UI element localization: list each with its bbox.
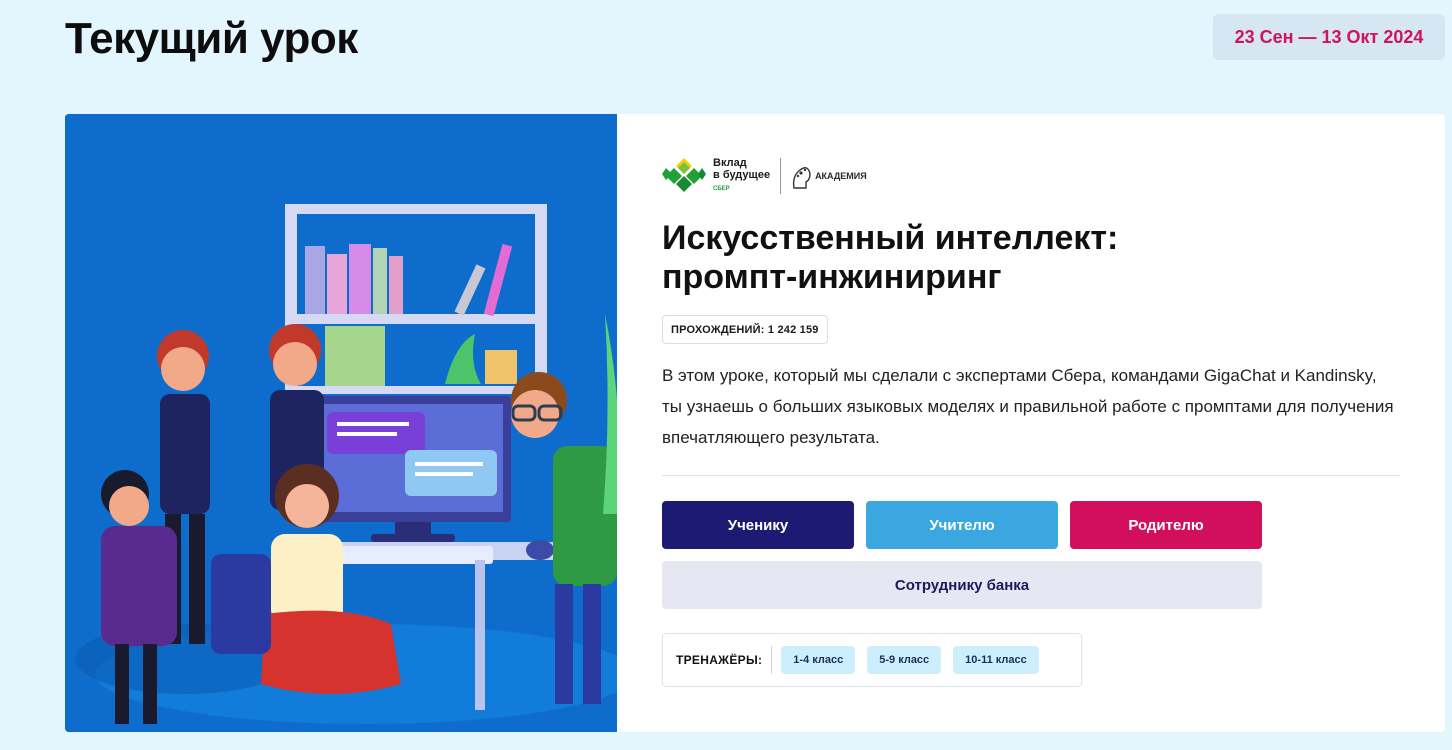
lesson-title: Искусственный интеллект: промпт-инжинири… <box>662 219 1362 297</box>
partner-logos: Вклад в будущее СБЕР АКАДЕМИЯ <box>662 156 867 196</box>
bank-employee-button[interactable]: Сотруднику банка <box>662 561 1262 609</box>
lesson-illustration <box>65 114 617 732</box>
trainer-chip-1-4[interactable]: 1-4 класс <box>781 646 856 674</box>
trainer-chip-10-11[interactable]: 10-11 класс <box>953 646 1039 674</box>
lesson-content: Вклад в будущее СБЕР АКАДЕМИЯ Искусствен… <box>662 114 1402 732</box>
vklad-logo-line2: в будущее <box>713 169 771 181</box>
academy-logo-icon <box>792 167 811 189</box>
teacher-button[interactable]: Учителю <box>866 501 1058 549</box>
trainer-chip-5-9[interactable]: 5-9 класс <box>867 646 942 674</box>
vklad-logo-line1: Вклад <box>713 157 747 169</box>
passes-counter-badge: ПРОХОЖДЕНИЙ: 1 242 159 <box>662 315 828 344</box>
lesson-title-line1: Искусственный интеллект: <box>662 219 1119 257</box>
parent-button[interactable]: Родителю <box>1070 501 1262 549</box>
trainers-panel: ТРЕНАЖЁРЫ: 1-4 класс 5-9 класс 10-11 кла… <box>662 633 1082 687</box>
page-title: Текущий урок <box>65 14 358 63</box>
vklad-logo-icon <box>662 158 706 192</box>
content-divider <box>662 475 1400 476</box>
sber-logo-text: СБЕР <box>713 186 730 192</box>
lesson-title-line2: промпт-инжиниринг <box>662 258 1002 296</box>
lesson-description: В этом уроке, который мы сделали с экспе… <box>662 366 1394 447</box>
logo-divider <box>780 158 782 194</box>
date-range-badge: 23 Сен — 13 Окт 2024 <box>1213 14 1445 60</box>
trainers-label: ТРЕНАЖЁРЫ: <box>676 646 773 674</box>
academy-logo-text: АКАДЕМИЯ <box>815 171 867 181</box>
vklad-logo-text: Вклад в будущее СБЕР <box>713 157 770 195</box>
current-lesson-card: Вклад в будущее СБЕР АКАДЕМИЯ Искусствен… <box>65 114 1445 732</box>
student-button[interactable]: Ученику <box>662 501 854 549</box>
